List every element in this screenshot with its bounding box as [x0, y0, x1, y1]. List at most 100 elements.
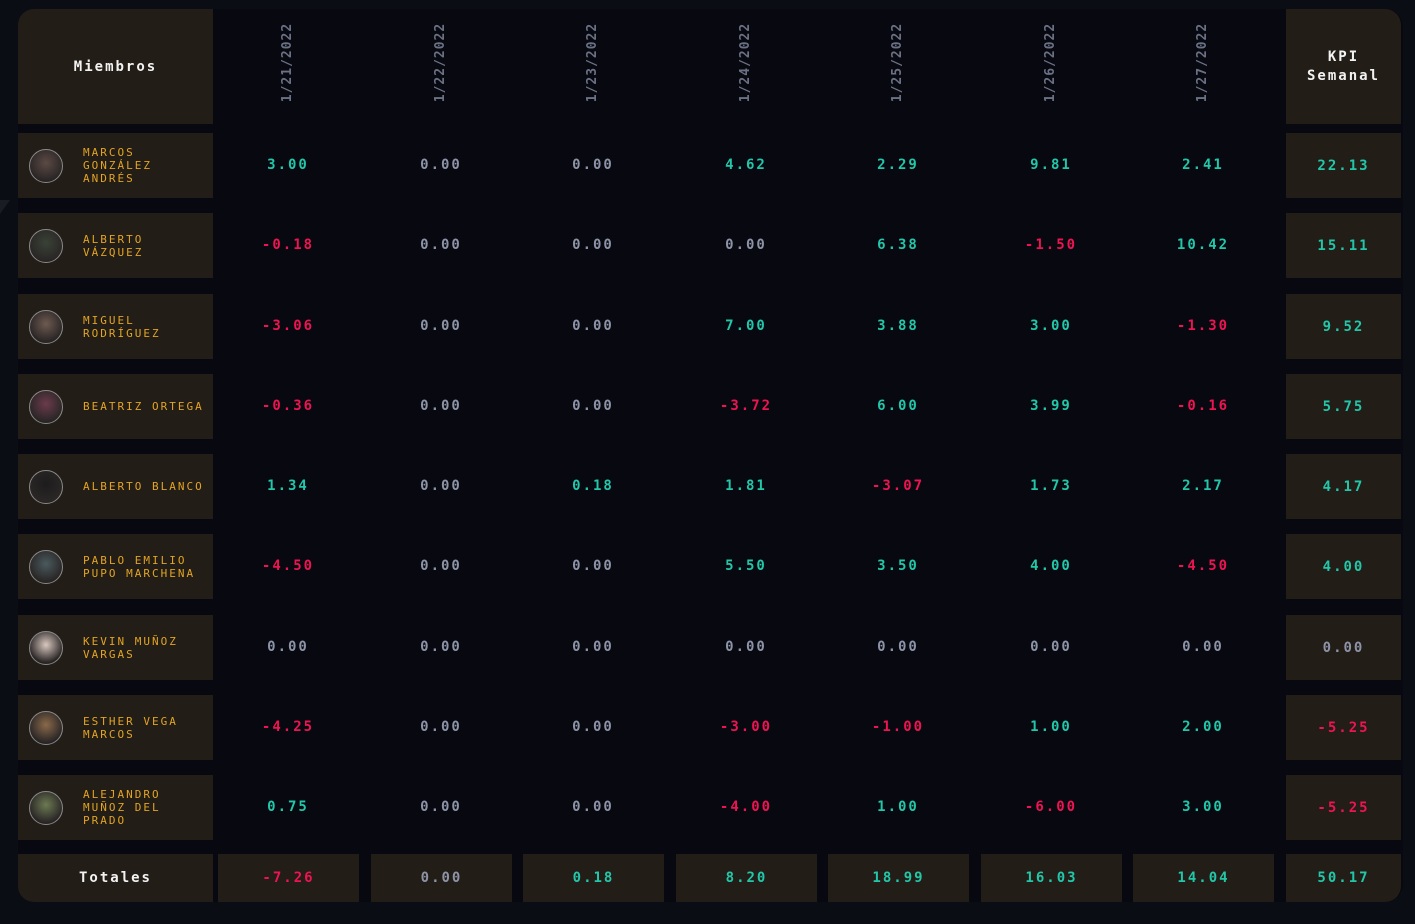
member-cell[interactable]: PABLO EMILIO PUPO MARCHENA: [18, 534, 213, 599]
weekly-kpi-value: 5.75: [1286, 374, 1401, 439]
kpi-column-header: KPI Semanal: [1286, 9, 1401, 124]
daily-kpi-value: 5.50: [725, 558, 767, 574]
daily-kpi-value: 0.00: [420, 799, 462, 815]
daily-kpi-value: -4.50: [1176, 558, 1230, 574]
weekly-kpi-value: -5.25: [1286, 775, 1401, 840]
member-cell[interactable]: ALBERTO BLANCO: [18, 454, 213, 519]
daily-kpi-value: -0.16: [1176, 398, 1230, 414]
daily-kpi-value: -3.06: [261, 318, 315, 334]
date-column-header: 1/21/2022: [268, 12, 308, 112]
total-value: -7.26: [218, 854, 359, 902]
daily-kpi-value: 0.00: [1182, 639, 1224, 655]
daily-kpi-value: 4.00: [1030, 558, 1072, 574]
member-avatar: [29, 469, 63, 504]
daily-kpi-value: 1.00: [1030, 719, 1072, 735]
daily-kpi-value: -3.00: [719, 719, 773, 735]
daily-kpi-value: 2.00: [1182, 719, 1224, 735]
member-name: ESTHER VEGA MARCOS: [83, 714, 178, 741]
daily-kpi-value: 9.81: [1030, 157, 1072, 173]
daily-kpi-value: 0.00: [420, 318, 462, 334]
daily-kpi-value: 0.00: [725, 237, 767, 253]
member-cell[interactable]: ALBERTO VÁZQUEZ: [18, 213, 213, 278]
edge-decoration: [0, 200, 10, 214]
total-value: 8.20: [676, 854, 817, 902]
date-header-label: 1/26/2022: [1043, 22, 1059, 102]
daily-kpi-value: 1.81: [725, 478, 767, 494]
member-avatar: [29, 228, 63, 263]
daily-kpi-value: 6.38: [877, 237, 919, 253]
daily-kpi-value: -4.50: [261, 558, 315, 574]
daily-kpi-value: -4.25: [261, 719, 315, 735]
member-name: ALBERTO VÁZQUEZ: [83, 232, 144, 259]
member-name: ALEJANDRO MUÑOZ DEL PRADO: [83, 788, 161, 827]
total-value: 18.99: [828, 854, 969, 902]
daily-kpi-value: -1.30: [1176, 318, 1230, 334]
daily-kpi-value: 0.00: [1030, 639, 1072, 655]
daily-kpi-value: 2.41: [1182, 157, 1224, 173]
daily-kpi-value: 0.00: [725, 639, 767, 655]
member-cell[interactable]: KEVIN MUÑOZ VARGAS: [18, 615, 213, 680]
daily-kpi-value: 0.00: [572, 157, 614, 173]
member-cell[interactable]: ESTHER VEGA MARCOS: [18, 695, 213, 760]
daily-kpi-value: 6.00: [877, 398, 919, 414]
daily-kpi-value: 0.00: [877, 639, 919, 655]
member-avatar: [29, 309, 63, 344]
member-name: MARCOS GONZÁLEZ ANDRÉS: [83, 146, 152, 185]
daily-kpi-value: 3.00: [1182, 799, 1224, 815]
weekly-kpi-value: 15.11: [1286, 213, 1401, 278]
weekly-kpi-value: 22.13: [1286, 133, 1401, 198]
daily-kpi-value: 0.00: [572, 398, 614, 414]
member-avatar: [29, 549, 63, 584]
daily-kpi-value: 0.18: [572, 478, 614, 494]
daily-kpi-value: 0.00: [572, 639, 614, 655]
member-name: BEATRIZ ORTEGA: [83, 400, 204, 413]
daily-kpi-value: 0.00: [420, 719, 462, 735]
date-header-label: 1/24/2022: [738, 22, 754, 102]
member-cell[interactable]: BEATRIZ ORTEGA: [18, 374, 213, 439]
member-cell[interactable]: ALEJANDRO MUÑOZ DEL PRADO: [18, 775, 213, 840]
total-value: 14.04: [1133, 854, 1274, 902]
date-header-label: 1/27/2022: [1195, 22, 1211, 102]
daily-kpi-value: 0.00: [267, 639, 309, 655]
daily-kpi-value: 0.00: [572, 558, 614, 574]
daily-kpi-value: -1.50: [1024, 237, 1078, 253]
weekly-kpi-value: -5.25: [1286, 695, 1401, 760]
total-weekly-kpi: 50.17: [1286, 854, 1401, 902]
weekly-kpi-value: 9.52: [1286, 294, 1401, 359]
date-column-header: 1/22/2022: [421, 12, 461, 112]
daily-kpi-value: 0.00: [420, 237, 462, 253]
daily-kpi-value: 3.00: [1030, 318, 1072, 334]
date-column-header: 1/26/2022: [1031, 12, 1071, 112]
member-cell[interactable]: MARCOS GONZÁLEZ ANDRÉS: [18, 133, 213, 198]
date-header-label: 1/25/2022: [890, 22, 906, 102]
daily-kpi-value: 3.99: [1030, 398, 1072, 414]
date-column-header: 1/25/2022: [878, 12, 918, 112]
member-avatar: [29, 710, 63, 745]
totals-label: Totales: [18, 854, 213, 902]
daily-kpi-value: 0.75: [267, 799, 309, 815]
daily-kpi-value: 0.00: [420, 478, 462, 494]
daily-kpi-value: 0.00: [572, 318, 614, 334]
date-header-label: 1/21/2022: [280, 22, 296, 102]
kpi-header-line1: KPI: [1327, 48, 1360, 65]
daily-kpi-value: -1.00: [871, 719, 925, 735]
daily-kpi-value: -0.36: [261, 398, 315, 414]
member-cell[interactable]: MIGUEL RODRÍGUEZ: [18, 294, 213, 359]
member-avatar: [29, 148, 63, 183]
daily-kpi-value: -0.18: [261, 237, 315, 253]
member-avatar: [29, 630, 63, 665]
daily-kpi-value: 1.00: [877, 799, 919, 815]
total-value: 16.03: [981, 854, 1122, 902]
weekly-kpi-value: 0.00: [1286, 615, 1401, 680]
daily-kpi-value: 10.42: [1176, 237, 1230, 253]
daily-kpi-value: 4.62: [725, 157, 767, 173]
daily-kpi-value: -3.07: [871, 478, 925, 494]
weekly-kpi-value: 4.17: [1286, 454, 1401, 519]
member-name: MIGUEL RODRÍGUEZ: [83, 313, 161, 340]
date-column-header: 1/27/2022: [1183, 12, 1223, 112]
weekly-kpi-value: 4.00: [1286, 534, 1401, 599]
daily-kpi-value: -4.00: [719, 799, 773, 815]
daily-kpi-value: 0.00: [572, 719, 614, 735]
member-name: PABLO EMILIO PUPO MARCHENA: [83, 553, 196, 580]
daily-kpi-value: 0.00: [420, 398, 462, 414]
